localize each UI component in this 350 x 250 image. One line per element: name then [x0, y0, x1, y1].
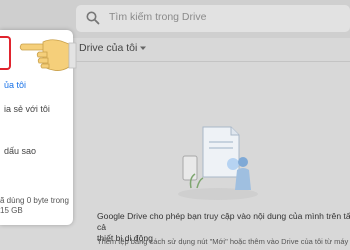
divider	[76, 61, 350, 62]
empty-drive-illustration	[178, 126, 258, 200]
new-button[interactable]	[0, 36, 11, 70]
main-content: Drive của tôi Google Drive cho phép bạn …	[76, 38, 350, 250]
search-icon[interactable]	[85, 10, 101, 26]
page-title[interactable]: Drive của tôi	[79, 42, 137, 54]
drive-add-files-hint: Thêm tệp bằng cách sử dụng nút "Mới" hoặ…	[97, 237, 349, 246]
drive-info-line-1: Google Drive cho phép bạn truy cập vào n…	[97, 211, 350, 232]
storage-quota-text: 15 GB	[0, 206, 23, 215]
sidebar-item-shared-with-me[interactable]: ia sẻ với tôi	[4, 104, 50, 114]
search-bar[interactable]: Tìm kiếm trong Drive	[76, 5, 350, 32]
pointing-hand-icon	[19, 39, 77, 71]
storage-usage-text: ã dùng 0 byte trong	[0, 196, 69, 205]
caret-down-icon[interactable]	[139, 44, 147, 52]
sidebar-item-starred[interactable]: dấu sao	[4, 146, 36, 156]
search-input[interactable]: Tìm kiếm trong Drive	[109, 11, 206, 23]
sidebar-item-my-drive[interactable]: ủa tôi	[4, 80, 26, 90]
